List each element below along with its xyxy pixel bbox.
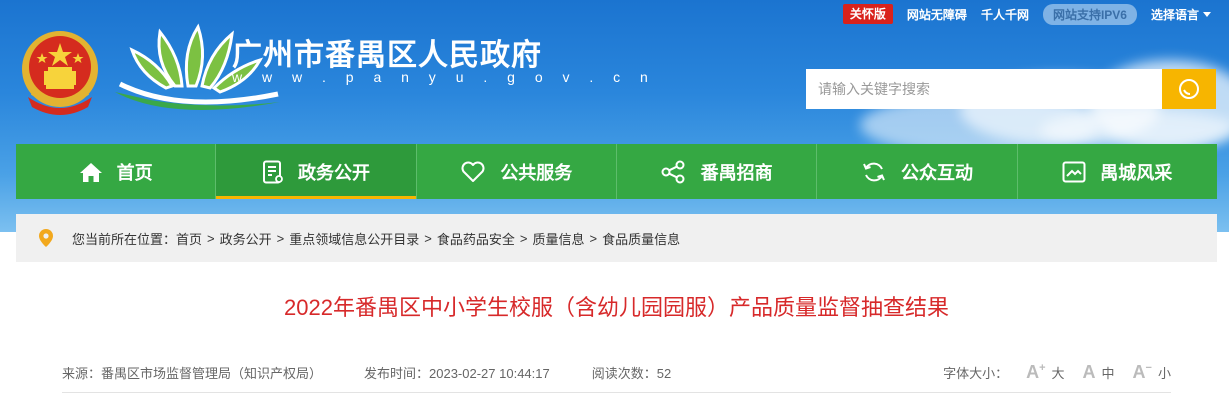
article-view-count: 阅读次数：52 — [591, 365, 672, 381]
breadcrumb-prefix: 您当前所在位置： — [72, 231, 177, 247]
personalized-link[interactable]: 千人千网 — [981, 6, 1029, 23]
breadcrumb-item[interactable]: 政务公开 — [220, 229, 272, 248]
font-medium-icon: A — [1082, 361, 1096, 382]
nav-item-interaction[interactable]: 公众互动 — [817, 144, 1018, 199]
font-large-icon: A+ — [1026, 361, 1046, 382]
nav-item-label: 番禺招商 — [700, 162, 773, 183]
breadcrumb-item[interactable]: 食品质量信息 — [602, 229, 680, 248]
location-pin-icon — [39, 229, 53, 247]
language-selector[interactable]: 选择语言 — [1151, 6, 1211, 23]
font-size-large-button[interactable]: A+ 大 — [1026, 362, 1064, 383]
nav-item-public-service[interactable]: 公共服务 — [417, 144, 617, 199]
ipv6-badge: 网站支持IPV6 — [1042, 3, 1137, 25]
nav-item-label: 公众互动 — [900, 162, 973, 183]
care-version-button[interactable]: 关怀版 — [842, 4, 893, 24]
breadcrumb-separator: > — [589, 230, 598, 246]
breadcrumb: 您当前所在位置： 首页 > 政务公开 > 重点领域信息公开目录 > 食品药品安全… — [16, 214, 1217, 262]
site-url: w w w . p a n y u . g o v . c n — [232, 69, 656, 85]
heart-icon — [460, 161, 486, 183]
article-title: 2022年番禺区中小学生校服（含幼儿园园服）产品质量监督抽查结果 — [284, 295, 949, 320]
breadcrumb-item[interactable]: 重点领域信息公开目录 — [289, 229, 419, 248]
search-icon — [1179, 79, 1199, 99]
refresh-icon — [861, 160, 887, 184]
nav-item-label: 公共服务 — [500, 162, 573, 183]
language-label: 选择语言 — [1150, 7, 1199, 22]
nav-item-label: 政务公开 — [297, 162, 370, 183]
share-icon — [661, 160, 687, 184]
search-box — [806, 69, 1216, 109]
document-icon — [262, 160, 284, 184]
main-nav: 首页 政务公开 公共服务 番禺招商 公众互动 禺城风采 — [16, 144, 1217, 199]
nav-item-label: 首页 — [116, 162, 153, 183]
font-size-label: 字体大小： — [943, 365, 1009, 381]
font-size-controls: 字体大小： A+ 大 A 中 A− 小 — [943, 362, 1171, 383]
breadcrumb-item[interactable]: 首页 — [176, 229, 202, 248]
article-meta: 来源：番禺区市场监督管理局（知识产权局） 发布时间：2023-02-27 10:… — [62, 362, 1171, 382]
font-size-small-button[interactable]: A− 小 — [1133, 362, 1171, 383]
article-source: 来源：番禺区市场监督管理局（知识产权局） — [62, 365, 323, 381]
home-icon — [79, 161, 103, 183]
top-utility-bar: 关怀版 网站无障碍 千人千网 网站支持IPV6 选择语言 — [842, 3, 1211, 25]
site-title: 广州市番禺区人民政府 — [232, 39, 542, 72]
font-size-large-label: 大 — [1051, 365, 1065, 381]
breadcrumb-separator: > — [519, 230, 528, 246]
breadcrumb-item[interactable]: 食品药品安全 — [437, 229, 515, 248]
breadcrumb-separator: > — [424, 230, 432, 246]
chevron-down-icon — [1203, 11, 1211, 17]
divider — [62, 392, 1171, 393]
nav-item-label: 禺城风采 — [1100, 162, 1173, 183]
search-input[interactable] — [806, 69, 1162, 109]
breadcrumb-item[interactable]: 质量信息 — [532, 229, 584, 248]
font-size-medium-label: 中 — [1101, 365, 1115, 381]
article-publish-time: 发布时间：2023-02-27 10:44:17 — [364, 365, 550, 381]
national-emblem-icon — [22, 31, 98, 115]
font-small-icon: A− — [1132, 361, 1152, 382]
article-panel: 2022年番禺区中小学生校服（含幼儿园园服）产品质量监督抽查结果 来源：番禺区市… — [16, 262, 1217, 407]
picture-icon — [1062, 161, 1086, 183]
nav-item-government-affairs[interactable]: 政务公开 — [216, 144, 417, 199]
accessibility-link[interactable]: 网站无障碍 — [907, 6, 967, 23]
font-size-small-label: 小 — [1157, 365, 1171, 381]
nav-item-city-scenery[interactable]: 禺城风采 — [1018, 144, 1217, 199]
nav-item-investment[interactable]: 番禺招商 — [617, 144, 818, 199]
search-button[interactable] — [1162, 69, 1216, 109]
breadcrumb-separator: > — [207, 230, 215, 246]
font-size-medium-button[interactable]: A 中 — [1083, 362, 1115, 383]
nav-item-home[interactable]: 首页 — [16, 144, 217, 199]
breadcrumb-separator: > — [276, 230, 285, 246]
